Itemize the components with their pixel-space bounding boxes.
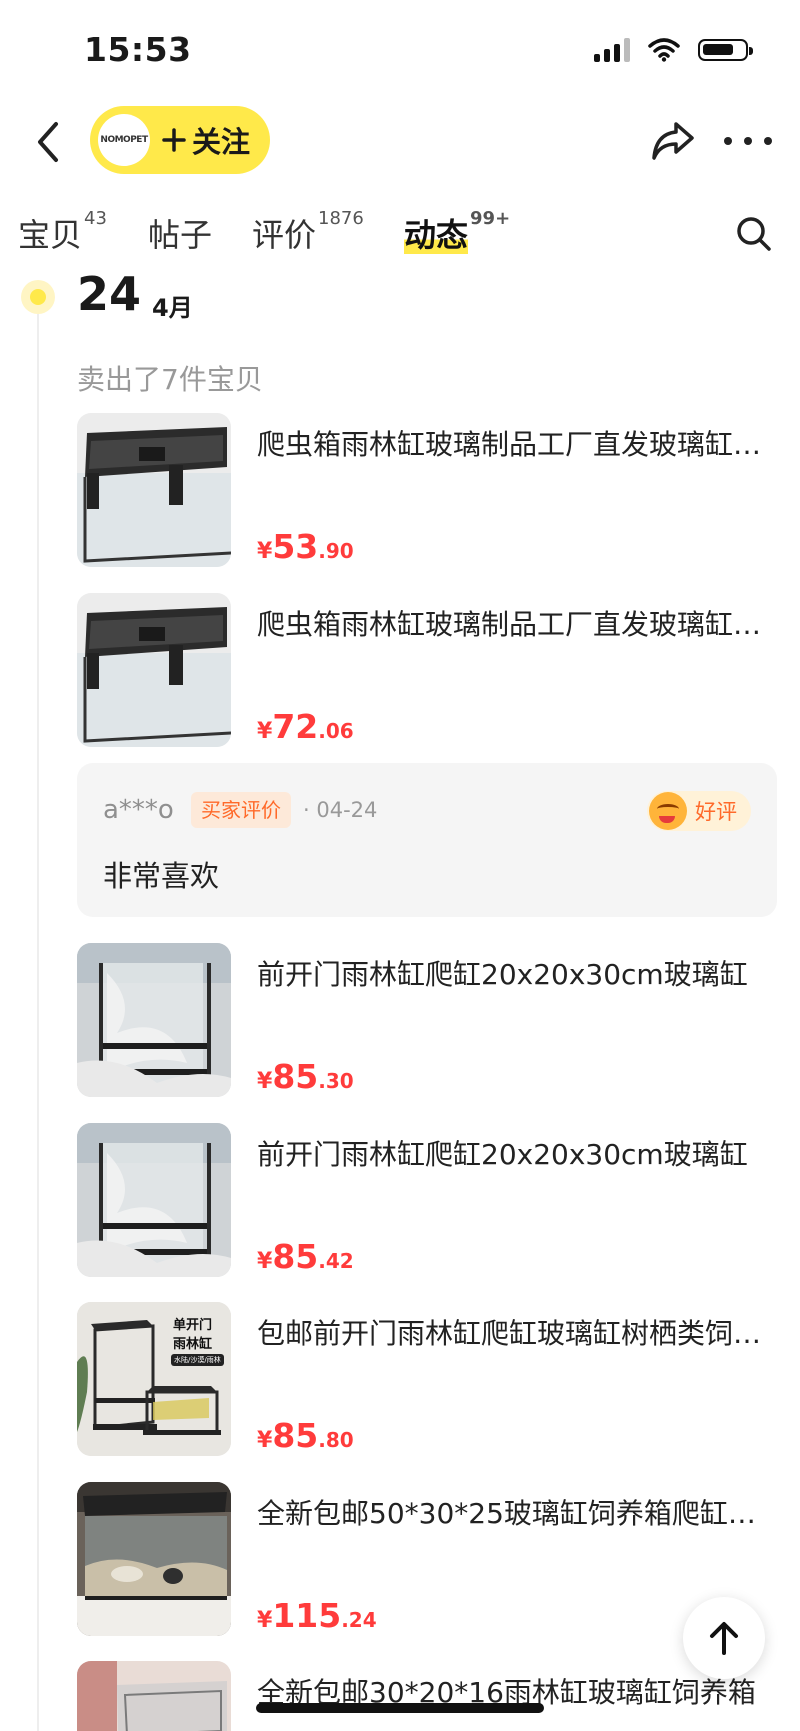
rating-label: 好评 [695,800,737,824]
image-label: 雨林缸 [173,1337,213,1352]
tab-label: 帖子 [148,216,213,254]
follow-button[interactable]: NOMOPET 关注 [90,106,270,174]
product-item[interactable]: 前开门雨林缸爬缸20x20x30cm玻璃缸 ¥85.42 [77,1123,777,1278]
tab-count: 99+ [470,208,511,229]
wifi-icon [648,38,680,62]
home-indicator[interactable] [256,1703,544,1713]
product-price: ¥85.42 [257,1237,354,1276]
tab-products[interactable]: 宝贝 43 [18,208,107,256]
tab-activity[interactable]: 动态 99+ [404,208,511,256]
product-image [77,943,231,1097]
tab-label: 宝贝 [18,216,83,254]
search-icon[interactable] [734,214,774,254]
buyer-review-card[interactable]: a***o 买家评价 · 04-24 好评 非常喜欢 [77,763,777,917]
product-title: 前开门雨林缸爬缸20x20x30cm玻璃缸 [257,958,748,991]
timeline-day: 24 [77,267,142,316]
review-user: a***o [103,795,174,825]
product-image [77,1661,231,1731]
tab-count: 43 [84,208,107,229]
tab-count: 1876 [318,208,364,229]
product-title: 全新包邮50*30*25玻璃缸饲养箱爬缸雨林缸 [257,1497,782,1530]
tab-posts[interactable]: 帖子 [148,210,212,256]
product-item[interactable]: 爬虫箱雨林缸玻璃制品工厂直发玻璃缸小宠爬虫饲养箱 ¥53.90 [77,413,782,568]
arrow-up-icon [710,1622,738,1655]
product-price: ¥72.06 [257,707,354,746]
timeline-line [37,290,39,1731]
review-date: · 04-24 [303,798,378,822]
positive-rating-badge: 好评 [647,791,751,831]
product-price: ¥85.80 [257,1416,354,1455]
product-item[interactable]: 单开门 雨林缸 水陆/沙漠/雨林 包邮前开门雨林缸爬缸玻璃缸树栖类饲养箱 ¥85… [77,1302,782,1457]
product-title: 爬虫箱雨林缸玻璃制品工厂直发玻璃缸小宠爬虫饲养箱 [257,428,782,461]
product-image [77,1482,231,1636]
product-item[interactable]: 前开门雨林缸爬缸20x20x30cm玻璃缸 ¥85.30 [77,943,777,1098]
tab-label: 评价 [252,216,317,254]
battery-icon [698,39,753,61]
timeline-dot-inner [30,289,46,305]
product-title: 前开门雨林缸爬缸20x20x30cm玻璃缸 [257,1138,748,1171]
product-item[interactable]: 全新包邮30*20*16雨林缸玻璃缸饲养箱 [77,1661,777,1731]
shop-logo-text: NOMOPET [100,135,148,145]
product-price: ¥115.24 [257,1596,377,1635]
more-icon[interactable] [724,124,772,158]
product-title: 爬虫箱雨林缸玻璃制品工厂直发玻璃缸小宠爬虫饲养箱 [257,608,782,641]
timeline-month: 4月 [152,294,193,322]
status-time: 15:53 [84,30,192,69]
shop-logo: NOMOPET [98,114,150,166]
plus-icon [162,128,186,152]
scroll-to-top-button[interactable] [683,1597,765,1679]
product-image [77,413,231,567]
product-image [77,593,231,747]
smile-emoji-icon [649,792,687,830]
image-label: 单开门 [173,1318,213,1333]
product-price: ¥53.90 [257,527,354,566]
product-item[interactable]: 全新包邮50*30*25玻璃缸饲养箱爬缸雨林缸 ¥115.24 [77,1482,782,1637]
sold-summary: 卖出了7件宝贝 [77,363,263,396]
product-image [77,1123,231,1277]
tab-label: 动态 [404,216,469,254]
image-label: 水陆/沙漠/雨林 [171,1354,224,1366]
review-tag: 买家评价 [191,792,291,828]
product-title: 包邮前开门雨林缸爬缸玻璃缸树栖类饲养箱 [257,1317,782,1350]
product-image: 单开门 雨林缸 水陆/沙漠/雨林 [77,1302,231,1456]
product-item[interactable]: 爬虫箱雨林缸玻璃制品工厂直发玻璃缸小宠爬虫饲养箱 ¥72.06 [77,593,782,748]
product-price: ¥85.30 [257,1057,354,1096]
tab-reviews[interactable]: 评价 1876 [252,208,364,256]
signal-icon [594,38,630,62]
share-icon[interactable] [648,118,698,164]
follow-label: 关注 [192,125,251,159]
review-text: 非常喜欢 [103,859,220,893]
back-arrow-icon[interactable] [30,116,70,168]
status-icons [594,38,753,62]
